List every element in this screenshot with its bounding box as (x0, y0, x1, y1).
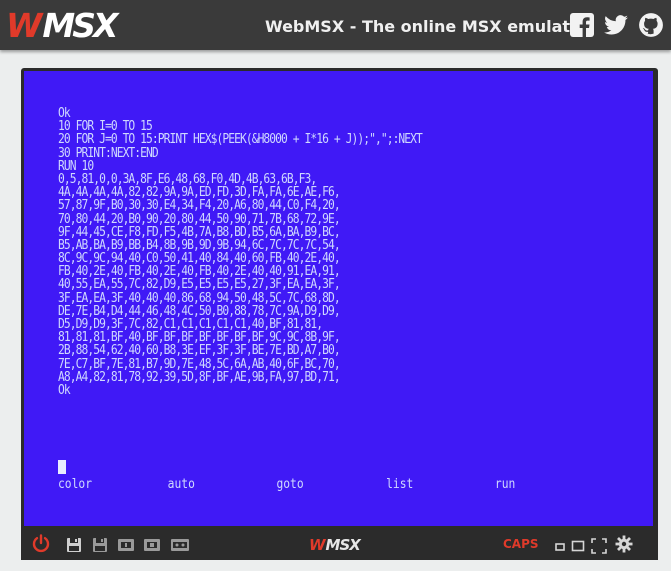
facebook-icon[interactable] (569, 12, 595, 38)
emulator-control-bar: W MSX CAPS (21, 529, 658, 560)
screen-line: 20 FOR J=0 TO 15:PRINT HEX$(PEEK(&H8000 … (58, 132, 423, 148)
minimize-screen-icon[interactable] (553, 538, 567, 552)
floppy-a-icon[interactable] (66, 537, 84, 552)
site-title: WebMSX - The online MSX emulator (265, 17, 589, 36)
screen-line: 3F,EA,EA,3F,40,40,40,86,68,94,50,48,5C,7… (58, 290, 341, 306)
bar-logo-stripes: W (309, 536, 325, 554)
twitter-icon[interactable] (603, 12, 629, 38)
fullscreen-icon[interactable] (591, 538, 607, 554)
screen-line: 70,80,44,20,B0,90,20,80,44,50,90,71,7B,6… (58, 211, 341, 227)
webmsx-logo[interactable]: W MSX (6, 5, 118, 45)
text-cursor (58, 460, 66, 474)
screen-line: 2B,88,54,62,40,60,B8,3E,EF,3F,3F,BE,7E,B… (58, 343, 341, 359)
fkey-run: run (494, 477, 516, 492)
screen-line: 7E,C7,BF,7E,81,B7,9D,7E,48,5C,6A,AB,40,6… (58, 356, 341, 372)
logo-stripes: W (6, 5, 42, 45)
emulator-frame: Ok 10 FOR I=0 TO 15 20 FOR J=0 TO 15:PRINT… (21, 68, 658, 560)
screen-line: 40,55,EA,55,7C,82,D9,E5,E5,E5,E5,27,3F,E… (58, 277, 341, 293)
fkey-list: list (386, 477, 414, 492)
caps-indicator: CAPS (503, 537, 539, 551)
site-header: W MSX WebMSX - The online MSX emulator (0, 0, 671, 50)
function-key-bar: color auto goto list run (58, 477, 534, 493)
screen-line (58, 397, 422, 410)
fkey-color: color (58, 477, 93, 492)
tape-icon[interactable] (170, 537, 189, 551)
power-icon[interactable] (31, 533, 51, 553)
fkey-goto: goto (276, 477, 304, 492)
fkey-auto: auto (167, 477, 195, 492)
logo-text: MSX (42, 5, 118, 45)
floppy-b-icon[interactable] (92, 537, 110, 552)
screen-line: Ok (58, 382, 71, 398)
bar-logo-text: MSX (325, 536, 361, 554)
cartridge-2-icon[interactable] (143, 537, 161, 551)
basic-output: Ok 10 FOR I=0 TO 15 20 FOR J=0 TO 15:PRINT… (58, 107, 423, 410)
webmsx-bar-logo[interactable]: W MSX (309, 536, 361, 554)
github-icon[interactable] (638, 12, 664, 38)
msx-screen[interactable]: Ok 10 FOR I=0 TO 15 20 FOR J=0 TO 15:PRINT… (24, 71, 653, 526)
screen-line: A8,A4,82,81,78,92,39,5D,8F,BF,AE,9B,FA,9… (58, 369, 341, 385)
window-size-icon[interactable] (571, 538, 585, 552)
screen-line: RUN 10 (58, 158, 94, 174)
screen-line: 9F,44,45,CE,F8,FD,F5,4B,7A,B8,BD,B5,6A,B… (58, 224, 341, 240)
settings-gear-icon[interactable] (615, 535, 633, 553)
cartridge-1-icon[interactable] (117, 537, 135, 551)
screen-line: 57,87,9F,B0,30,30,E4,34,F4,20,A6,80,44,C… (58, 198, 341, 214)
screen-line: 30 PRINT:NEXT:END (58, 145, 159, 161)
